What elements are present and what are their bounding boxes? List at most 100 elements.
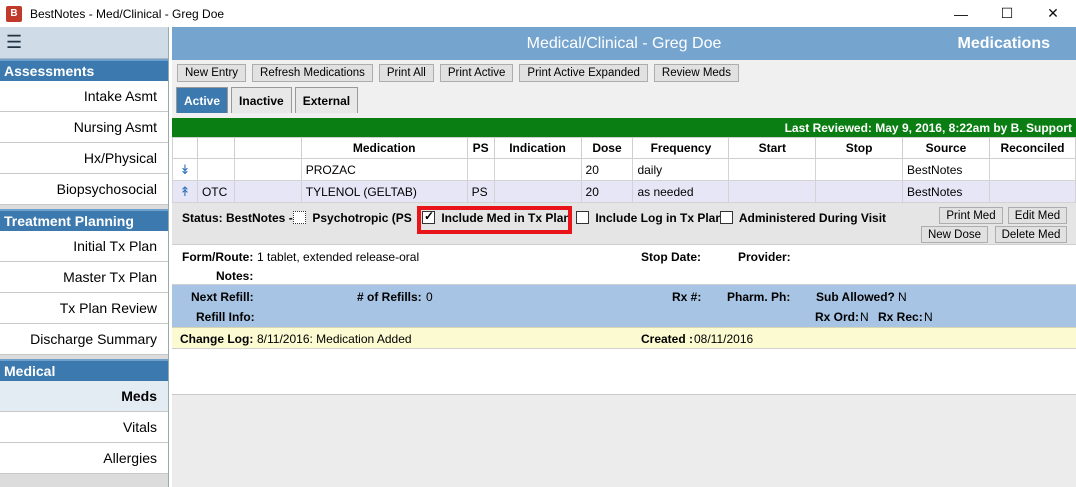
- notes-label: Notes:: [216, 269, 254, 283]
- section-title: Medications: [957, 34, 1050, 52]
- sidebar: ☰ Assessments Intake Asmt Nursing Asmt H…: [0, 27, 169, 487]
- created-value: 08/11/2016: [694, 332, 754, 346]
- refill-info-label: Refill Info:: [196, 310, 255, 324]
- cell-medication: PROZAC: [300, 158, 468, 181]
- print-all-button[interactable]: Print All: [378, 63, 434, 82]
- main-panel: Medical/Clinical - Greg Doe Medications …: [172, 27, 1076, 487]
- next-refill-label: Next Refill:: [191, 290, 254, 304]
- sub-allowed-value: N: [898, 290, 907, 304]
- minimize-button[interactable]: —: [938, 0, 984, 27]
- cell-indication: [493, 158, 582, 181]
- psychotropic-checkbox[interactable]: [293, 211, 306, 225]
- new-entry-button[interactable]: New Entry: [177, 63, 247, 82]
- col-frequency[interactable]: Frequency: [632, 137, 730, 159]
- provider-label: Provider:: [738, 250, 791, 264]
- collapse-chevron-icon[interactable]: ↟: [172, 180, 198, 203]
- print-active-button[interactable]: Print Active: [439, 63, 514, 82]
- sidebar-section-treatment-planning: Treatment Planning: [0, 209, 168, 231]
- col-medication[interactable]: Medication: [300, 137, 468, 159]
- cell-stop: [815, 180, 904, 203]
- menu-list-icon[interactable]: ☰: [0, 27, 168, 59]
- psychotropic-checkbox-wrap[interactable]: Psychotropic (PS: [293, 211, 412, 225]
- medication-detail-panel: Status: BestNotes - Psychotropic (PS Inc…: [172, 203, 1076, 349]
- print-med-button[interactable]: Print Med: [939, 207, 1003, 224]
- window-titlebar: B BestNotes - Med/Clinical - Greg Doe — …: [0, 0, 1076, 27]
- sidebar-item-discharge-summary[interactable]: Discharge Summary: [0, 324, 168, 355]
- sidebar-item-hx-physical[interactable]: Hx/Physical: [0, 143, 168, 174]
- cell-stop: [815, 158, 904, 181]
- page-header: Medical/Clinical - Greg Doe Medications: [172, 27, 1076, 60]
- sidebar-item-master-tx-plan[interactable]: Master Tx Plan: [0, 262, 168, 293]
- created-label: Created :: [641, 332, 694, 346]
- include-log-checkbox-wrap[interactable]: Include Log in Tx Plan: [576, 211, 723, 225]
- new-dose-button[interactable]: New Dose: [921, 226, 988, 243]
- col-reconciled[interactable]: Reconciled: [988, 137, 1076, 159]
- administered-label: Administered During Visit: [738, 211, 887, 225]
- sidebar-item-allergies[interactable]: Allergies: [0, 443, 168, 474]
- num-refills-label: # of Refills:: [357, 290, 422, 304]
- sidebar-item-intake-asmt[interactable]: Intake Asmt: [0, 81, 168, 112]
- toolbar: New Entry Refresh Medications Print All …: [172, 60, 1076, 85]
- tab-inactive[interactable]: Inactive: [231, 87, 292, 113]
- administered-checkbox-wrap[interactable]: Administered During Visit: [720, 211, 886, 225]
- rx-ord-value: N: [860, 310, 869, 324]
- review-meds-button[interactable]: Review Meds: [653, 63, 739, 82]
- sidebar-item-meds[interactable]: Meds: [0, 381, 168, 412]
- cell-start: [728, 158, 817, 181]
- tab-active[interactable]: Active: [176, 87, 229, 113]
- refresh-medications-button[interactable]: Refresh Medications: [252, 63, 373, 82]
- cell-dose: 20: [580, 180, 634, 203]
- change-log-label: Change Log:: [180, 332, 254, 346]
- change-log-row: Change Log: 8/11/2016: Medication Added …: [172, 327, 1076, 349]
- maximize-button[interactable]: ☐: [984, 0, 1030, 27]
- close-button[interactable]: ✕: [1030, 0, 1076, 27]
- col-source[interactable]: Source: [902, 137, 990, 159]
- tab-bar: Active Inactive External: [172, 85, 1076, 113]
- rx-number-label: Rx #:: [672, 290, 702, 304]
- empty-area: [172, 394, 1076, 487]
- sidebar-item-nursing-asmt[interactable]: Nursing Asmt: [0, 112, 168, 143]
- sidebar-item-tx-plan-review[interactable]: Tx Plan Review: [0, 293, 168, 324]
- cell-ps: PS: [466, 180, 495, 203]
- sidebar-item-initial-tx-plan[interactable]: Initial Tx Plan: [0, 231, 168, 262]
- edit-med-button[interactable]: Edit Med: [1008, 207, 1067, 224]
- print-active-expanded-button[interactable]: Print Active Expanded: [519, 63, 648, 82]
- include-log-checkbox[interactable]: [576, 211, 589, 225]
- sidebar-item-biopsychosocial[interactable]: Biopsychosocial: [0, 174, 168, 205]
- sidebar-item-vitals[interactable]: Vitals: [0, 412, 168, 443]
- stop-date-label: Stop Date:: [641, 250, 701, 264]
- cell-medication: TYLENOL (GELTAB): [300, 180, 468, 203]
- expand-chevron-icon[interactable]: ↡: [172, 158, 198, 181]
- cell-dose: 20: [580, 158, 634, 181]
- rx-rec-label: Rx Rec:: [878, 310, 923, 324]
- table-row[interactable]: ↡ PROZAC 20 daily BestNotes: [172, 158, 1076, 181]
- change-log-value: 8/11/2016: Medication Added: [257, 332, 412, 346]
- pharmacy-phone-label: Pharm. Ph:: [727, 290, 791, 304]
- col-indication[interactable]: Indication: [493, 137, 582, 159]
- cell-reconciled: [988, 180, 1076, 203]
- col-stop[interactable]: Stop: [815, 137, 904, 159]
- table-row[interactable]: ↟ OTC TYLENOL (GELTAB) PS 20 as needed B…: [172, 180, 1076, 203]
- cell-source: BestNotes: [902, 158, 990, 181]
- table-header-row: Medication PS Indication Dose Frequency …: [172, 137, 1076, 159]
- col-dose[interactable]: Dose: [580, 137, 634, 159]
- rx-ord-label: Rx Ord:: [815, 310, 860, 324]
- cell-start: [728, 180, 817, 203]
- sidebar-section-assessments: Assessments: [0, 59, 168, 81]
- detail-status-row: Status: BestNotes - Psychotropic (PS Inc…: [172, 203, 1076, 245]
- col-start[interactable]: Start: [728, 137, 817, 159]
- sub-allowed-label: Sub Allowed?: [816, 290, 895, 304]
- col-ps[interactable]: PS: [466, 137, 495, 159]
- page-title: Medical/Clinical - Greg Doe: [526, 34, 722, 52]
- cell-ps: [466, 158, 495, 181]
- delete-med-button[interactable]: Delete Med: [995, 226, 1067, 243]
- window-title: BestNotes - Med/Clinical - Greg Doe: [30, 6, 225, 21]
- tab-external[interactable]: External: [294, 87, 359, 113]
- bestnotes-logo-icon: B: [6, 5, 22, 22]
- sidebar-section-medical: Medical: [0, 359, 168, 381]
- cell-otc: OTC: [196, 180, 235, 203]
- refill-info-row: Next Refill: # of Refills: 0 Rx #: Pharm…: [172, 285, 1076, 327]
- administered-checkbox[interactable]: [720, 211, 733, 225]
- highlight-box: [417, 206, 572, 234]
- detail-form-row: Form/Route: 1 tablet, extended release-o…: [172, 245, 1076, 285]
